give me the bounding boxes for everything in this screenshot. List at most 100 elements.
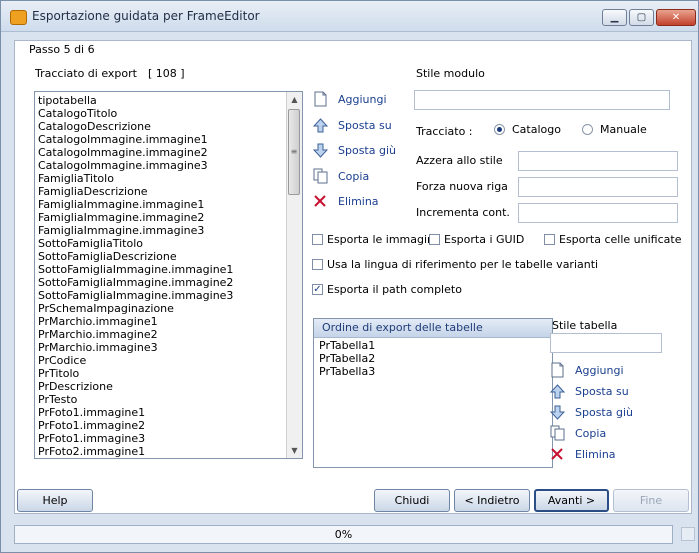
resize-grip-icon[interactable]	[681, 527, 695, 541]
tracciato-item[interactable]: PrDescrizione	[35, 380, 287, 393]
check-guid-box[interactable]	[429, 234, 440, 245]
aggiungi-tabella-label: Aggiungi	[575, 363, 624, 377]
tracciato-item[interactable]: PrFoto1.immagine1	[35, 406, 287, 419]
check-immagini-label: Esporta le immagini	[327, 233, 438, 246]
radio-manuale-dot[interactable]	[582, 124, 593, 135]
progress-bar: 0%	[14, 525, 673, 544]
tracciato-scrollbar[interactable]: ▲ ≡ ▼	[286, 92, 302, 458]
check-lingua[interactable]: Usa la lingua di riferimento per le tabe…	[312, 258, 598, 271]
check-immagini[interactable]: Esporta le immagini	[312, 233, 437, 246]
tracciato-label: Tracciato di export	[35, 67, 137, 80]
delete-x-icon	[312, 193, 328, 209]
sposta-giu-label: Sposta giù	[338, 143, 396, 157]
tracciato-item[interactable]: PrFoto2.immagine1	[35, 445, 287, 458]
check-celle-label: Esporta celle unificate	[559, 233, 682, 246]
elimina-tabella-button[interactable]: Elimina	[549, 445, 616, 463]
tracciato-item[interactable]: PrCodice	[35, 354, 287, 367]
sposta-su-label: Sposta su	[338, 118, 392, 132]
tracciato-type-label: Tracciato :	[416, 125, 473, 138]
check-path-box[interactable]: ✓	[312, 284, 323, 295]
radio-catalogo[interactable]: Catalogo	[494, 123, 561, 136]
sposta-giu-tabella-button[interactable]: Sposta giù	[549, 403, 633, 421]
aggiungi-label: Aggiungi	[338, 92, 387, 106]
scroll-down-arrow-icon[interactable]: ▼	[287, 443, 302, 458]
forza-label: Forza nuova riga	[416, 180, 508, 193]
sposta-su-tabella-button[interactable]: Sposta su	[549, 382, 629, 400]
ordine-panel: Ordine di export delle tabelle PrTabella…	[313, 318, 553, 468]
azzera-input[interactable]	[518, 151, 678, 171]
tracciato-item[interactable]: CatalogoTitolo	[35, 107, 287, 120]
title-bar[interactable]: Esportazione guidata per FrameEditor ▁ ▢…	[1, 1, 698, 32]
scroll-thumb[interactable]: ≡	[288, 109, 300, 195]
ordine-listbox[interactable]: PrTabella1 PrTabella2 PrTabella3	[314, 338, 552, 379]
tracciato-item[interactable]: SottoFamigliaImmagine.immagine3	[35, 289, 287, 302]
tracciato-item[interactable]: PrFoto1.immagine2	[35, 419, 287, 432]
indietro-button[interactable]: < Indietro	[454, 489, 530, 512]
copia-tabella-label: Copia	[575, 426, 607, 440]
sposta-giu-button[interactable]: Sposta giù	[312, 141, 396, 159]
scroll-up-arrow-icon[interactable]: ▲	[287, 92, 302, 107]
check-celle[interactable]: Esporta celle unificate	[544, 233, 681, 246]
incrementa-input[interactable]	[518, 203, 678, 223]
arrow-down-icon	[312, 142, 328, 158]
aggiungi-button[interactable]: Aggiungi	[312, 90, 387, 108]
check-immagini-box[interactable]	[312, 234, 323, 245]
tracciato-item[interactable]: FamigliaImmagine.immagine1	[35, 198, 287, 211]
tracciato-listbox[interactable]: tipotabella CatalogoTitolo CatalogoDescriz…	[34, 91, 303, 459]
tracciato-item[interactable]: CatalogoImmagine.immagine1	[35, 133, 287, 146]
wizard-client: Passo 5 di 6 Tracciato di export [ 108 ]…	[2, 32, 697, 551]
tracciato-item[interactable]: CatalogoDescrizione	[35, 120, 287, 133]
check-path[interactable]: ✓ Esporta il path completo	[312, 283, 462, 296]
tracciato-item[interactable]: FamigliaTitolo	[35, 172, 287, 185]
stile-tabella-input[interactable]	[550, 333, 662, 353]
tracciato-item[interactable]: PrMarchio.immagine3	[35, 341, 287, 354]
tracciato-item[interactable]: PrFoto1.immagine3	[35, 432, 287, 445]
elimina-button[interactable]: Elimina	[312, 192, 379, 210]
check-guid[interactable]: Esporta i GUID	[429, 233, 524, 246]
check-lingua-box[interactable]	[312, 259, 323, 270]
check-celle-box[interactable]	[544, 234, 555, 245]
minimize-button[interactable]: ▁	[602, 9, 627, 26]
tracciato-item[interactable]: CatalogoImmagine.immagine3	[35, 159, 287, 172]
new-document-icon	[549, 362, 565, 378]
tracciato-item[interactable]: SottoFamigliaDescrizione	[35, 250, 287, 263]
tracciato-item[interactable]: PrMarchio.immagine2	[35, 328, 287, 341]
chiudi-button[interactable]: Chiudi	[374, 489, 450, 512]
tracciato-item[interactable]: PrSchemaImpaginazione	[35, 302, 287, 315]
tracciato-item[interactable]: PrTitolo	[35, 367, 287, 380]
close-button[interactable]: ✕	[656, 9, 696, 26]
radio-manuale[interactable]: Manuale	[582, 123, 647, 136]
sposta-giu-tabella-label: Sposta giù	[575, 405, 633, 419]
tracciato-item[interactable]: SottoFamigliaImmagine.immagine2	[35, 276, 287, 289]
arrow-down-icon	[549, 404, 565, 420]
stile-modulo-label: Stile modulo	[416, 67, 485, 80]
elimina-tabella-label: Elimina	[575, 447, 616, 461]
ordine-item[interactable]: PrTabella1	[316, 339, 550, 352]
delete-x-icon	[549, 446, 565, 462]
check-guid-label: Esporta i GUID	[444, 233, 525, 246]
tracciato-item[interactable]: FamigliaImmagine.immagine3	[35, 224, 287, 237]
fine-button[interactable]: Fine	[613, 489, 689, 512]
tracciato-item[interactable]: tipotabella	[35, 94, 287, 107]
ordine-item[interactable]: PrTabella3	[316, 365, 550, 378]
sposta-su-button[interactable]: Sposta su	[312, 116, 392, 134]
help-button[interactable]: Help	[17, 489, 93, 512]
copia-tabella-button[interactable]: Copia	[549, 424, 606, 442]
maximize-button[interactable]: ▢	[629, 9, 654, 26]
avanti-button[interactable]: Avanti >	[534, 489, 609, 512]
stile-modulo-input[interactable]	[414, 90, 670, 110]
tracciato-item[interactable]: CatalogoImmagine.immagine2	[35, 146, 287, 159]
copia-button[interactable]: Copia	[312, 167, 369, 185]
tracciato-item[interactable]: FamigliaImmagine.immagine2	[35, 211, 287, 224]
tracciato-item[interactable]: SottoFamigliaTitolo	[35, 237, 287, 250]
tracciato-item[interactable]: PrMarchio.immagine1	[35, 315, 287, 328]
radio-catalogo-dot[interactable]	[494, 124, 505, 135]
sposta-su-tabella-label: Sposta su	[575, 384, 629, 398]
aggiungi-tabella-button[interactable]: Aggiungi	[549, 361, 624, 379]
tracciato-item[interactable]: PrTesto	[35, 393, 287, 406]
forza-input[interactable]	[518, 177, 678, 197]
ordine-item[interactable]: PrTabella2	[316, 352, 550, 365]
copy-icon	[549, 425, 565, 441]
tracciato-item[interactable]: FamigliaDescrizione	[35, 185, 287, 198]
tracciato-item[interactable]: SottoFamigliaImmagine.immagine1	[35, 263, 287, 276]
